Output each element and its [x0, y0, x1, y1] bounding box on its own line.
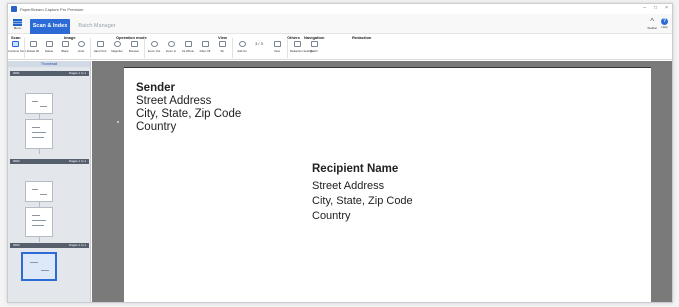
tel-icon	[218, 41, 226, 47]
filter-icon	[201, 41, 209, 47]
page-thumbnail[interactable]	[25, 93, 53, 114]
browser-button[interactable]: Browser	[127, 41, 141, 53]
ribbon-separator	[287, 38, 288, 58]
window-title: PaperStream Capture Pro Premium	[20, 6, 84, 12]
delete-button[interactable]: Delete	[42, 41, 56, 53]
close-icon[interactable]: ×	[665, 5, 668, 11]
cursor-icon	[117, 121, 119, 123]
top-right-controls: ^ Toolbar ? Help	[647, 18, 668, 30]
magnifier-icon	[113, 41, 121, 47]
navigation-counter[interactable]: 3 / 3	[252, 41, 266, 46]
page-group-header[interactable]: 0003 Pages 1 to 1	[10, 243, 89, 248]
rotate-icon	[29, 41, 37, 47]
group-label-image: Image	[64, 35, 76, 40]
sender-name: Sender	[136, 82, 175, 94]
zoom-in-button[interactable]: Zoom In	[164, 41, 178, 53]
help-label: Help	[661, 25, 668, 29]
undo-icon	[77, 41, 85, 47]
app-icon	[11, 6, 17, 12]
delete-icon	[45, 41, 53, 47]
zoom-out-button[interactable]: Zoom Out	[147, 41, 161, 53]
toolbar-label: Toolbar	[647, 26, 657, 30]
redaction-settings-button[interactable]: Redaction Settings	[290, 41, 313, 53]
page-thumbnail[interactable]	[25, 207, 53, 237]
ribbon-separator	[144, 38, 145, 58]
recipient-country: Country	[312, 210, 351, 222]
continue-scan-button[interactable]: Continue Scan	[8, 41, 26, 53]
hamburger-icon	[13, 19, 22, 21]
sender-city: City, State, Zip Code	[136, 108, 242, 120]
add-up-icon	[238, 41, 246, 47]
thumbnail-panel-title: Thumbnail	[8, 61, 90, 67]
fit-whole-icon	[184, 41, 192, 47]
ribbon-separator	[90, 38, 91, 58]
group-label-redaction: Redaction	[352, 35, 372, 40]
page-thumbnail-selected[interactable]	[21, 252, 57, 281]
ribbon-separator	[232, 38, 233, 58]
group-label-view: View	[218, 35, 228, 40]
tab-batch-manager[interactable]: Batch Manager	[74, 19, 120, 34]
window-controls: – □ ×	[643, 5, 668, 11]
recipient-block: Recipient Name Street Address City, Stat…	[312, 163, 413, 224]
zoom-in-icon	[167, 41, 175, 47]
thumbnail-connector	[39, 149, 40, 154]
toolbar-toggle[interactable]: ^ Toolbar	[647, 17, 657, 31]
thumbnail-panel: Thumbnail 0001 Pages 1 to 1 0002 Pages 1…	[8, 61, 91, 302]
group-label-scan: Scan	[11, 35, 21, 40]
menu-bar: Menu Scan & Index Batch Manager ^ Toolba…	[8, 14, 672, 34]
group-label-operation-mode: Operation mode	[116, 35, 147, 40]
document-page: Sender Street Address City, State, Zip C…	[124, 67, 651, 302]
page-group-header[interactable]: 0001 Pages 1 to 1	[10, 71, 89, 76]
chevron-up-icon: ^	[650, 17, 654, 26]
sender-block: Sender Street Address City, State, Zip C…	[136, 82, 241, 134]
hand-icon	[96, 41, 104, 47]
scanner-icon	[11, 41, 19, 47]
page-thumbnail[interactable]	[25, 119, 53, 149]
app-window: PaperStream Capture Pro Premium – □ × Me…	[7, 3, 673, 303]
view-button[interactable]: View	[270, 41, 284, 53]
view-icon	[273, 41, 281, 47]
menu-label: Menu	[13, 25, 22, 30]
ribbon-separator	[24, 38, 25, 58]
sender-street: Street Address	[136, 95, 212, 107]
thumbnail-connector	[39, 237, 40, 242]
recipient-city: City, State, Zip Code	[312, 195, 413, 207]
blank-button[interactable]: Blank	[58, 41, 72, 53]
document-viewer[interactable]: Sender Street Address City, State, Zip C…	[92, 61, 672, 302]
filter-off-button[interactable]: Filter Off	[198, 41, 212, 53]
batch-icon	[310, 41, 318, 47]
menu-button[interactable]: Menu	[11, 18, 24, 32]
tab-scan-index[interactable]: Scan & Index	[30, 19, 70, 34]
title-bar: PaperStream Capture Pro Premium – □ ×	[8, 4, 672, 14]
rotate-90-button[interactable]: Rotate 90	[26, 41, 40, 53]
help-button[interactable]: ? Help	[661, 18, 668, 29]
blank-page-icon	[61, 41, 69, 47]
undo-button[interactable]: Undo	[74, 41, 88, 53]
recipient-street: Street Address	[312, 180, 385, 192]
recipient-name: Recipient Name	[312, 163, 399, 175]
add-up-button[interactable]: Add Up	[235, 41, 249, 53]
tel-button[interactable]: Tel	[215, 41, 229, 53]
page-group-header[interactable]: 0002 Pages 1 to 1	[10, 159, 89, 164]
sender-country: Country	[136, 121, 177, 133]
magnifier-button[interactable]: Magnifier	[110, 41, 124, 53]
redaction-icon	[293, 41, 301, 47]
zoom-out-icon	[150, 41, 158, 47]
group-label-others: Others	[287, 35, 300, 40]
ribbon: Scan Image Operation mode View Others Na…	[8, 34, 672, 60]
fit-whole-button[interactable]: Fit Whole	[181, 41, 195, 53]
help-icon: ?	[661, 18, 668, 25]
page-thumbnail[interactable]	[25, 181, 53, 202]
maximize-icon[interactable]: □	[654, 5, 657, 11]
hand-tool-button[interactable]: Hand Tool	[93, 41, 107, 53]
minimize-icon[interactable]: –	[643, 5, 646, 11]
batch-button[interactable]: Batch	[307, 41, 321, 53]
browser-icon	[130, 41, 138, 47]
group-label-navigation: Navigation	[304, 35, 325, 40]
